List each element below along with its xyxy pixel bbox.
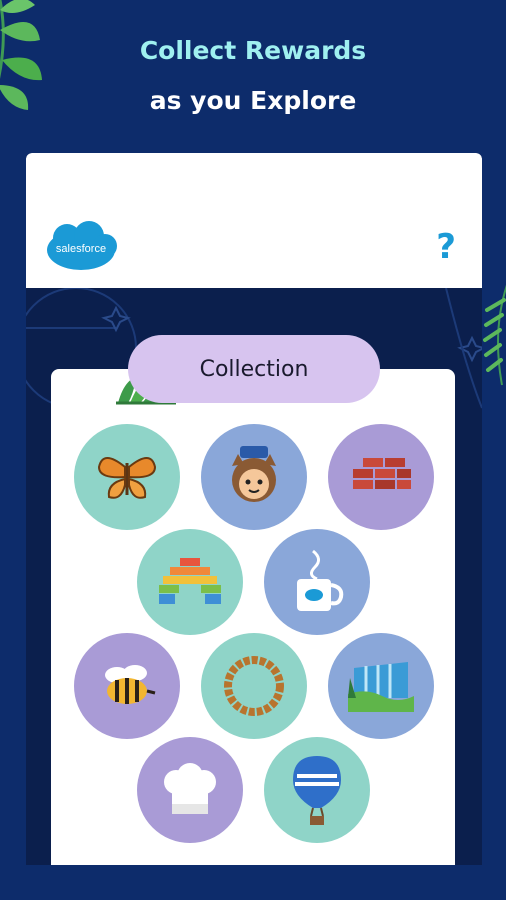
hot-air-balloon-icon [293, 756, 341, 825]
waterfall-landscape-icon [348, 662, 414, 712]
tab-collection[interactable]: Collection [128, 335, 380, 403]
fern-decoration-icon [483, 284, 506, 386]
help-button[interactable]: ? [436, 227, 456, 267]
app-header: salesforce ? [26, 153, 482, 288]
salesforce-logo: salesforce [47, 221, 117, 270]
bricks-icon [353, 458, 411, 489]
chef-hat-icon [164, 763, 216, 814]
butterfly-icon [97, 457, 157, 499]
astro-character-icon [232, 446, 276, 502]
coffee-mug-icon [297, 549, 344, 611]
salesforce-logo-text: salesforce [56, 243, 106, 255]
wreath-ring-icon [224, 656, 284, 716]
bee-icon [105, 665, 156, 704]
badge-bee[interactable] [74, 633, 180, 739]
badge-bricks[interactable] [328, 424, 434, 530]
badge-astro-character[interactable] [201, 424, 307, 530]
promo-title-line2: as you Explore [149, 86, 357, 115]
app-screenshot-frame: salesforce ? Collection [26, 153, 482, 865]
badge-chef-hat[interactable] [137, 737, 243, 843]
collection-card [51, 369, 455, 865]
badge-rainbow-blocks[interactable] [137, 529, 243, 635]
badge-waterfall-landscape[interactable] [328, 633, 434, 739]
rainbow-blocks-icon [159, 558, 221, 604]
badge-coffee-mug[interactable] [264, 529, 370, 635]
badge-hot-air-balloon[interactable] [264, 737, 370, 843]
promo-title-line1: Collect Rewards [139, 36, 367, 65]
badge-butterfly[interactable] [74, 424, 180, 530]
badge-wreath-ring[interactable] [201, 633, 307, 739]
